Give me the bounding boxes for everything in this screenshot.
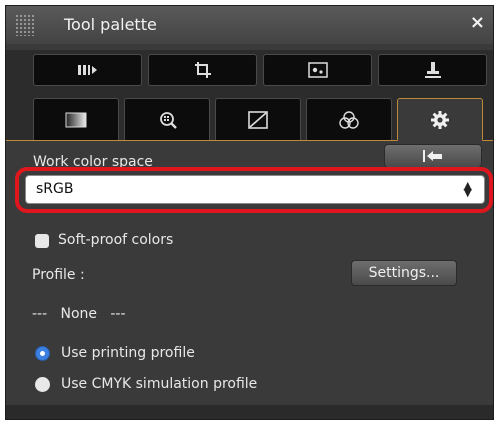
crop-icon: [194, 62, 211, 78]
tab-tone-curve[interactable]: [215, 98, 301, 140]
brightness-icon: [65, 112, 87, 127]
close-button[interactable]: ×: [470, 12, 485, 33]
profile-label: Profile :: [32, 267, 85, 283]
tab-settings[interactable]: [397, 98, 483, 141]
color-adjustment-icon: [339, 110, 359, 129]
revert-button[interactable]: [384, 144, 482, 168]
tab-brightness[interactable]: [33, 98, 119, 140]
title-bar[interactable]: Tool palette ×: [6, 6, 493, 44]
lens-correction-icon: [160, 111, 177, 129]
stamp-icon: [424, 62, 441, 78]
tone-curve-icon: [248, 110, 268, 129]
radio-printing-profile-label: Use printing profile: [61, 345, 195, 361]
tool-button-crop[interactable]: [148, 54, 257, 86]
tool-button-dust[interactable]: [263, 54, 372, 86]
tool-button-stamp[interactable]: [378, 54, 487, 86]
grip-icon[interactable]: [15, 14, 35, 36]
revert-arrow-icon: [423, 150, 442, 162]
tab-color[interactable]: [306, 98, 392, 140]
radio-cmyk-profile[interactable]: [35, 377, 50, 392]
tool-row-top: [6, 50, 493, 92]
window-title: Tool palette: [64, 15, 157, 34]
updown-arrow-icon: ▲ ▼: [463, 179, 472, 199]
tab-lens[interactable]: [124, 98, 210, 140]
soft-proof-label: Soft-proof colors: [58, 232, 174, 248]
basic-adjustment-icon: [77, 65, 97, 75]
radio-printing-profile[interactable]: [35, 346, 50, 361]
gear-icon: [431, 110, 449, 129]
tool-button-basic[interactable]: [33, 54, 142, 86]
profile-value: --- None ---: [32, 306, 126, 322]
settings-button[interactable]: Settings...: [351, 260, 457, 286]
dust-delete-icon: [307, 62, 328, 78]
tool-tabs: [6, 92, 493, 141]
work-color-space-select[interactable]: sRGB ▲ ▼: [25, 175, 485, 204]
soft-proof-checkbox[interactable]: [35, 234, 49, 248]
radio-cmyk-profile-label: Use CMYK simulation profile: [61, 376, 258, 392]
palette-footer: [6, 405, 493, 419]
selected-value: sRGB: [36, 181, 74, 197]
